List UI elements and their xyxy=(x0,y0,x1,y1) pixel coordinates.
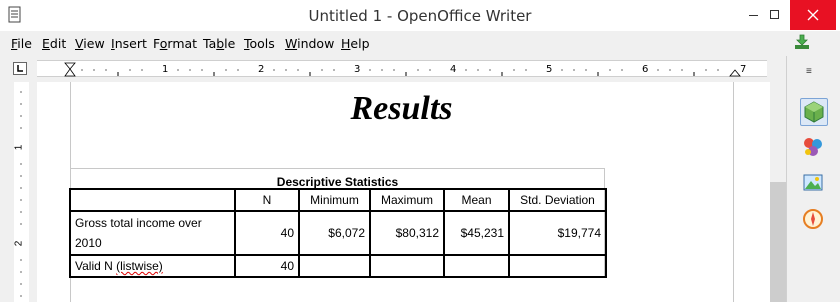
vruler-number: 2 xyxy=(13,240,25,247)
left-tab-icon xyxy=(17,65,23,72)
vruler-number: 1 xyxy=(13,144,25,151)
menu-table-mnemonic: b xyxy=(216,36,225,51)
menu-tools[interactable]: Tools xyxy=(244,36,275,51)
menu-format-label: rmat xyxy=(167,36,198,51)
sidebar-menu-icon[interactable]: ≡ xyxy=(806,66,812,77)
sidebar-properties-button[interactable] xyxy=(800,98,828,126)
cell-n[interactable]: 40 xyxy=(234,254,300,278)
update-download-icon[interactable] xyxy=(794,34,810,50)
table-header-row: N Minimum Maximum Mean Std. Deviation xyxy=(69,188,607,212)
menu-help-label: elp xyxy=(350,36,370,51)
vertical-ruler[interactable]: 1 2 xyxy=(13,82,29,302)
menu-table[interactable]: Table xyxy=(203,36,235,51)
row-label-prefix: Valid N xyxy=(75,259,117,273)
minimize-icon xyxy=(749,15,758,16)
ruler-number: 4 xyxy=(450,64,457,75)
ruler-number: 2 xyxy=(258,64,265,75)
menu-help-mnemonic: H xyxy=(341,36,351,51)
row-label-cell[interactable]: Valid N (listwise) xyxy=(69,254,236,278)
indent-marker-icon[interactable] xyxy=(64,62,76,77)
ruler-number: 6 xyxy=(642,64,649,75)
close-button[interactable] xyxy=(790,0,836,30)
scrollbar-thumb[interactable] xyxy=(770,182,786,302)
row-label-line2: 2010 xyxy=(75,236,102,250)
properties-icon xyxy=(804,101,824,123)
cell-std-deviation[interactable] xyxy=(508,254,607,278)
window-title: Untitled 1 - OpenOffice Writer xyxy=(308,7,532,25)
header-cell[interactable]: Maximum xyxy=(369,188,445,212)
header-cell[interactable] xyxy=(69,188,236,212)
header-cell[interactable]: Minimum xyxy=(298,188,371,212)
menu-bar: File Edit View Insert Format Table Tools… xyxy=(0,31,840,56)
ruler-number: 1 xyxy=(162,64,169,75)
sidebar-gallery-button[interactable] xyxy=(800,170,828,198)
menu-insert[interactable]: Insert xyxy=(111,36,147,51)
right-margin-line xyxy=(733,82,734,302)
menu-tools-label: ools xyxy=(249,36,275,51)
maximize-icon xyxy=(770,10,779,19)
tab-stop-selector[interactable] xyxy=(13,62,27,75)
table-row: Valid N (listwise) 40 xyxy=(69,254,607,278)
styles-icon xyxy=(804,138,822,156)
row-label-line1: Gross total income over xyxy=(75,216,202,230)
menu-table-pre: Ta xyxy=(203,36,217,51)
cell-mean[interactable] xyxy=(443,254,510,278)
menu-insert-label: nsert xyxy=(114,36,147,51)
header-cell[interactable]: Std. Deviation xyxy=(508,188,607,212)
cell-maximum[interactable]: $80,312 xyxy=(369,210,445,256)
menu-table-label: le xyxy=(224,36,236,51)
menu-view[interactable]: View xyxy=(75,36,105,51)
header-cell[interactable]: N xyxy=(234,188,300,212)
ruler-number: 3 xyxy=(354,64,361,75)
close-icon xyxy=(807,9,819,21)
descriptive-statistics-table[interactable]: N Minimum Maximum Mean Std. Deviation Gr… xyxy=(69,188,607,278)
cell-mean[interactable]: $45,231 xyxy=(443,210,510,256)
menu-view-label: iew xyxy=(83,36,105,51)
header-cell[interactable]: Mean xyxy=(443,188,510,212)
menu-file-label: ile xyxy=(17,36,32,51)
navigator-icon xyxy=(803,209,823,229)
menu-format-pre: F xyxy=(153,36,160,51)
menu-edit[interactable]: Edit xyxy=(42,36,66,51)
menu-edit-label: dit xyxy=(49,36,67,51)
table-row: Gross total income over 2010 40 $6,072 $8… xyxy=(69,210,607,256)
cell-minimum[interactable]: $6,072 xyxy=(298,210,371,256)
menu-help[interactable]: Help xyxy=(341,36,370,51)
cell-n[interactable]: 40 xyxy=(234,210,300,256)
maximize-button[interactable] xyxy=(760,0,790,30)
menu-format[interactable]: Format xyxy=(153,36,197,51)
table-caption[interactable]: Descriptive Statistics xyxy=(70,175,605,189)
vruler-ticks xyxy=(20,91,22,297)
gallery-icon xyxy=(803,174,823,191)
sidebar-styles-button[interactable] xyxy=(800,134,828,162)
row-label-misspelled: (listwise) xyxy=(116,259,163,273)
cell-maximum[interactable] xyxy=(369,254,445,278)
ruler-number: 7 xyxy=(740,64,747,75)
document-heading[interactable]: Results xyxy=(70,90,733,128)
menu-edit-mnemonic: E xyxy=(42,36,50,51)
right-indent-icon[interactable] xyxy=(729,69,741,77)
menu-file[interactable]: File xyxy=(11,36,32,51)
title-bar: Untitled 1 - OpenOffice Writer xyxy=(0,0,840,31)
horizontal-ruler[interactable]: 1 2 3 4 5 6 7 xyxy=(37,60,767,77)
menu-window[interactable]: Window xyxy=(285,36,334,51)
ruler-number: 5 xyxy=(546,64,553,75)
cell-std-deviation[interactable]: $19,774 xyxy=(508,210,607,256)
row-label-cell[interactable]: Gross total income over 2010 xyxy=(69,210,236,256)
ruler-ticks xyxy=(64,62,741,77)
menu-window-label: indow xyxy=(297,36,335,51)
sidebar-navigator-button[interactable] xyxy=(800,206,828,234)
cell-minimum[interactable] xyxy=(298,254,371,278)
menu-window-mnemonic: W xyxy=(285,36,298,51)
